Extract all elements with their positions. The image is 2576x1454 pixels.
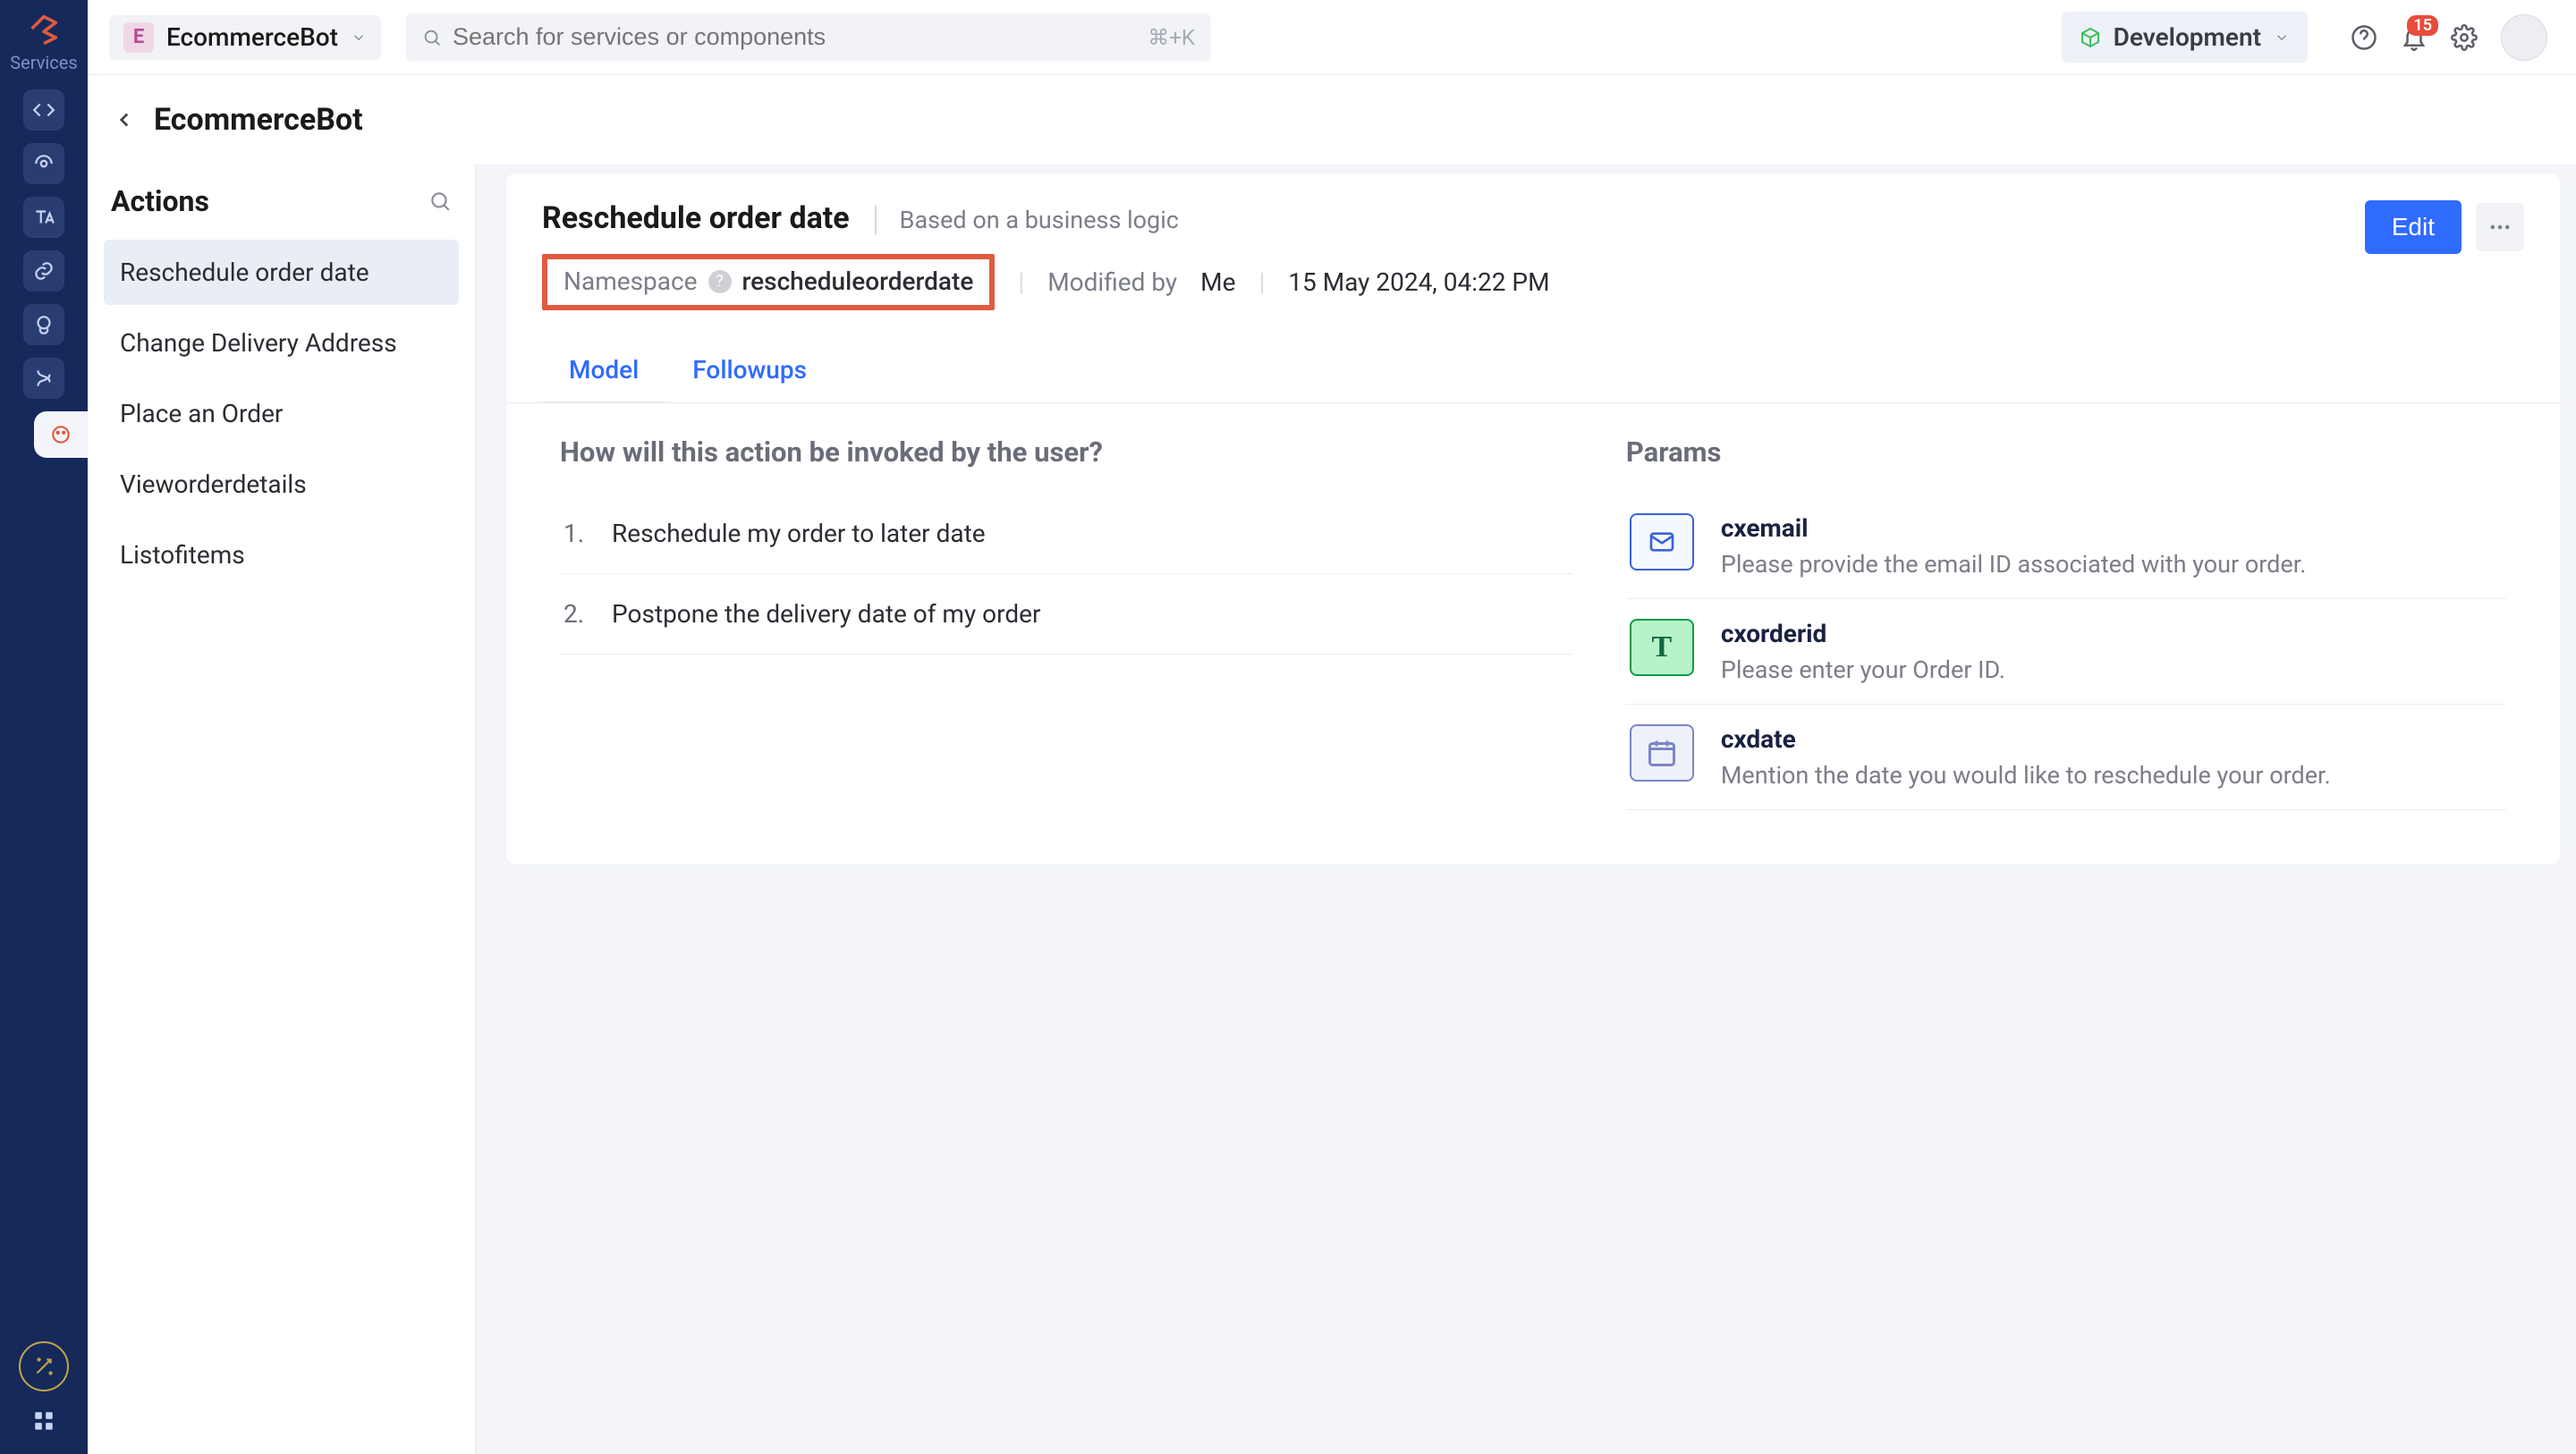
notifications-icon[interactable]: 15	[2401, 24, 2428, 51]
param-row: cxemail Please provide the email ID asso…	[1626, 494, 2506, 599]
namespace-label: Namespace	[564, 266, 698, 296]
rail-item-settings[interactable]	[23, 143, 64, 184]
modified-by-value: Me	[1200, 267, 1235, 297]
param-desc: Please enter your Order ID.	[1721, 655, 2005, 684]
mail-icon	[1630, 513, 1694, 571]
param-name: cxorderid	[1721, 619, 2005, 648]
edit-button[interactable]: Edit	[2365, 200, 2462, 254]
param-row: T cxorderid Please enter your Order ID.	[1626, 599, 2506, 705]
list-number: 1.	[564, 519, 589, 548]
invoke-title: How will this action be invoked by the u…	[560, 435, 1572, 469]
invocation-row: 1. Reschedule my order to later date	[560, 494, 1572, 574]
tab-followups[interactable]: Followups	[665, 339, 834, 402]
namespace-value: rescheduleorderdate	[742, 266, 974, 296]
sidebar-item-view-order[interactable]: Vieworderdetails	[104, 452, 459, 517]
product-logo[interactable]	[26, 11, 62, 46]
search-input[interactable]	[453, 23, 1195, 51]
rail-item-link[interactable]	[23, 250, 64, 292]
more-menu-button[interactable]	[2476, 203, 2524, 251]
global-search[interactable]: ⌘+K	[406, 13, 1211, 62]
rail-item-head[interactable]	[23, 304, 64, 345]
rail-item-bot[interactable]	[34, 411, 88, 458]
invocation-row: 2. Postpone the delivery date of my orde…	[560, 574, 1572, 655]
list-number: 2.	[564, 599, 589, 629]
invocation-text: Reschedule my order to later date	[612, 519, 986, 548]
notification-count: 15	[2407, 15, 2438, 36]
content-area: Reschedule order date Based on a busines…	[476, 165, 2576, 1454]
calendar-icon	[1630, 724, 1694, 782]
tab-model[interactable]: Model	[542, 339, 665, 402]
actions-sidebar: Actions Reschedule order date Change Del…	[88, 165, 476, 1454]
sidebar-heading: Actions	[111, 184, 209, 218]
rail-magic-button[interactable]	[19, 1341, 69, 1391]
rail-apps-button[interactable]	[32, 1409, 55, 1433]
chevron-down-icon	[351, 30, 367, 46]
environment-label: Development	[2114, 22, 2261, 52]
app-name: EcommerceBot	[166, 22, 338, 52]
action-subtitle: Based on a business logic	[875, 206, 1179, 234]
sidebar-item-reschedule[interactable]: Reschedule order date	[104, 240, 459, 305]
detail-tabs: Model Followups	[506, 339, 2560, 403]
search-shortcut: ⌘+K	[1148, 25, 1195, 50]
help-icon[interactable]: ?	[708, 270, 732, 293]
left-icon-rail: Services	[0, 0, 88, 1454]
chevron-down-icon	[2274, 30, 2290, 46]
param-name: cxemail	[1721, 513, 2307, 543]
invocation-text: Postpone the delivery date of my order	[612, 599, 1041, 629]
sidebar-item-list-items[interactable]: Listofitems	[104, 522, 459, 588]
top-bar: E EcommerceBot ⌘+K Development	[88, 0, 2576, 75]
app-switcher[interactable]: E EcommerceBot	[109, 15, 381, 60]
avatar[interactable]	[2501, 14, 2547, 61]
param-desc: Please provide the email ID associated w…	[1721, 550, 2307, 579]
search-icon[interactable]	[428, 190, 452, 213]
param-row: cxdate Mention the date you would like t…	[1626, 705, 2506, 810]
help-icon[interactable]	[2351, 24, 2377, 51]
param-name: cxdate	[1721, 724, 2331, 754]
modified-by-label: Modified by	[1047, 267, 1177, 297]
app-badge: E	[123, 22, 154, 53]
cube-icon	[2080, 27, 2101, 48]
rail-item-flows[interactable]	[23, 358, 64, 399]
rail-item-code[interactable]	[23, 89, 64, 131]
back-button[interactable]	[113, 108, 136, 131]
sidebar-item-place-order[interactable]: Place an Order	[104, 381, 459, 446]
page-title: EcommerceBot	[154, 102, 363, 138]
params-title: Params	[1626, 435, 2506, 469]
services-label: Services	[10, 52, 77, 73]
environment-selector[interactable]: Development	[2062, 12, 2308, 63]
sidebar-item-change-address[interactable]: Change Delivery Address	[104, 310, 459, 376]
param-desc: Mention the date you would like to resch…	[1721, 761, 2331, 790]
rail-item-language[interactable]	[23, 197, 64, 238]
breadcrumb: EcommerceBot	[88, 75, 2576, 165]
action-title: Reschedule order date	[542, 200, 850, 240]
text-icon: T	[1630, 619, 1694, 676]
namespace-highlight: Namespace ? rescheduleorderdate	[542, 254, 995, 310]
gear-icon[interactable]	[2451, 24, 2478, 51]
search-icon	[422, 28, 442, 47]
modified-at: 15 May 2024, 04:22 PM	[1288, 267, 1549, 297]
